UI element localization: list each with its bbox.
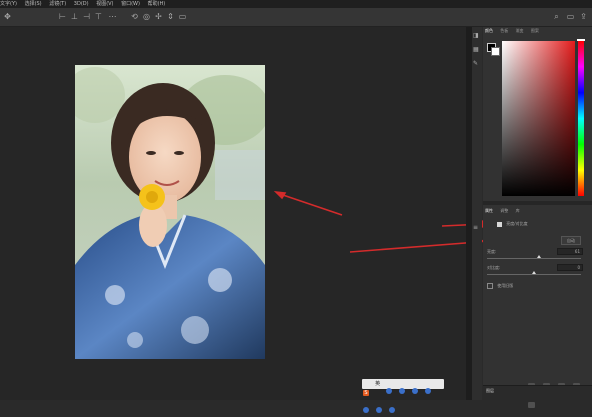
color-panel-icon[interactable]: ◨ <box>473 33 481 39</box>
right-panel: 颜色 色板 渐变 图案 属性 调整 库 亮度/对比度 自动 亮度: 61 对比度… <box>483 27 592 408</box>
ime-toolbox-icon[interactable] <box>376 407 383 413</box>
swatches-panel-icon[interactable]: ▦ <box>473 47 481 53</box>
tab-layers[interactable]: 图层 <box>486 388 494 394</box>
ime-mode[interactable]: 英 <box>375 381 380 387</box>
brightness-slider-thumb[interactable] <box>536 255 541 258</box>
contrast-slider-track[interactable] <box>487 274 581 275</box>
color-picker-field[interactable] <box>502 41 575 196</box>
brightness-label: 亮度: <box>487 249 497 254</box>
hue-slider-handle[interactable] <box>577 39 585 41</box>
contrast-value-field[interactable]: 0 <box>557 264 583 271</box>
ime-logo[interactable]: S <box>363 390 369 396</box>
tab-swatches[interactable]: 色板 <box>500 28 508 33</box>
contrast-slider-thumb[interactable] <box>532 271 536 274</box>
ime-menu-icon[interactable] <box>389 407 396 413</box>
contrast-label: 对比度: <box>487 265 501 270</box>
color-panel-tabs: 颜色 色板 渐变 图案 <box>485 28 590 34</box>
panel-divider <box>483 201 592 205</box>
adjustment-type-row: 亮度/对比度 <box>497 221 587 227</box>
tab-adjustments[interactable]: 调整 <box>500 208 508 213</box>
ime-toolbar: S 英 <box>362 379 444 413</box>
properties-bottom-toolbar <box>525 374 590 408</box>
tab-properties[interactable]: 属性 <box>485 208 493 213</box>
hue-slider[interactable] <box>578 41 584 196</box>
adjustment-type-label: 亮度/对比度 <box>506 221 528 226</box>
tab-color[interactable]: 颜色 <box>485 28 493 33</box>
tab-gradient[interactable]: 渐变 <box>516 28 524 33</box>
legacy-label: 使用旧版 <box>497 283 514 288</box>
layers-panel-header: 图层 <box>483 385 592 401</box>
properties-panel-tabs: 属性 调整 库 <box>485 208 590 214</box>
brightness-value-field[interactable]: 61 <box>557 248 583 255</box>
auto-button[interactable]: 自动 <box>561 236 581 245</box>
tab-pattern[interactable]: 图案 <box>531 28 539 33</box>
legacy-row: 使用旧版 <box>487 283 567 289</box>
ime-skin-icon[interactable] <box>363 407 369 413</box>
delete-icon[interactable] <box>528 402 535 408</box>
background-color-swatch[interactable] <box>491 47 500 56</box>
brightness-slider-track[interactable] <box>487 258 581 259</box>
legacy-checkbox[interactable] <box>487 283 493 289</box>
panel-icon-column: ◨ ▦ ✎ ≡ <box>472 27 482 400</box>
properties-panel-icon[interactable]: ≡ <box>473 225 481 231</box>
tab-libraries[interactable]: 库 <box>516 208 520 213</box>
brush-panel-icon[interactable]: ✎ <box>473 61 481 67</box>
brightness-contrast-icon <box>497 221 502 227</box>
